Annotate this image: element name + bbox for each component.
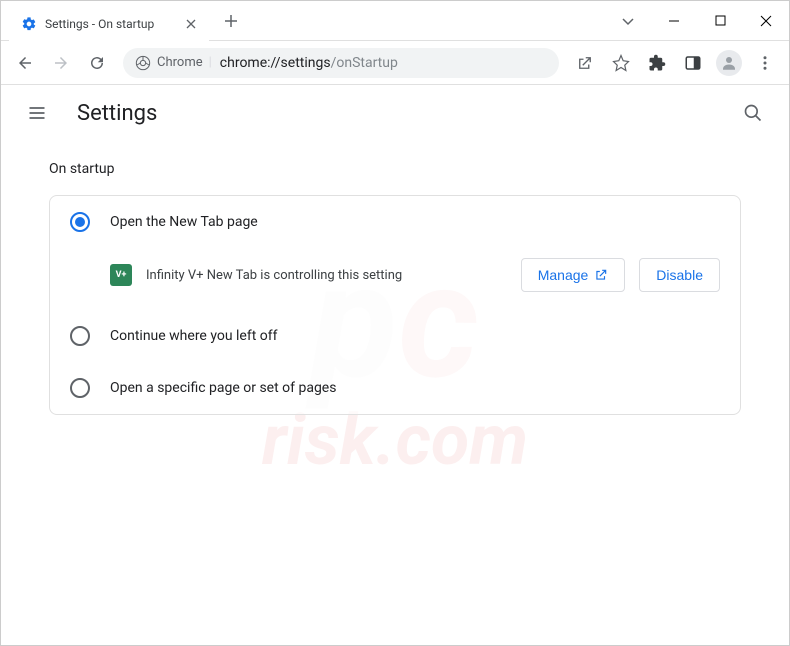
browser-tab[interactable]: Settings - On startup — [9, 7, 209, 41]
browser-toolbar: Chrome | chrome://settings/onStartup — [1, 41, 789, 85]
site-info-chip[interactable]: Chrome | — [135, 55, 212, 71]
hamburger-menu-icon[interactable] — [17, 93, 57, 133]
extension-controlling-row: V+ Infinity V+ New Tab is controlling th… — [50, 248, 740, 310]
option-continue[interactable]: Continue where you left off — [50, 310, 740, 362]
option-open-new-tab[interactable]: Open the New Tab page — [50, 196, 740, 248]
option-specific-pages[interactable]: Open a specific page or set of pages — [50, 362, 740, 414]
extensions-icon[interactable] — [641, 47, 673, 79]
minimize-button[interactable] — [651, 1, 697, 41]
startup-options-card: Open the New Tab page V+ Infinity V+ New… — [49, 195, 741, 415]
settings-header: Settings — [1, 85, 789, 141]
share-icon[interactable] — [569, 47, 601, 79]
settings-content: On startup Open the New Tab page V+ Infi… — [1, 141, 789, 435]
window-controls — [605, 1, 789, 41]
forward-button[interactable] — [45, 47, 77, 79]
settings-gear-icon — [21, 16, 37, 32]
titlebar: Settings - On startup — [1, 1, 789, 41]
page-title: Settings — [77, 101, 157, 126]
radio-selected-icon[interactable] — [70, 212, 90, 232]
radio-unselected-icon[interactable] — [70, 378, 90, 398]
close-window-button[interactable] — [743, 1, 789, 41]
controlling-text: Infinity V+ New Tab is controlling this … — [146, 268, 507, 283]
option-label: Open the New Tab page — [110, 214, 258, 230]
manage-label: Manage — [538, 267, 589, 283]
url-text: chrome://settings/onStartup — [220, 55, 398, 71]
bookmark-star-icon[interactable] — [605, 47, 637, 79]
disable-label: Disable — [656, 267, 703, 283]
close-tab-icon[interactable] — [183, 16, 199, 32]
manage-button[interactable]: Manage — [521, 258, 626, 292]
radio-unselected-icon[interactable] — [70, 326, 90, 346]
maximize-button[interactable] — [697, 1, 743, 41]
open-external-icon — [594, 268, 608, 282]
search-icon[interactable] — [733, 93, 773, 133]
disable-button[interactable]: Disable — [639, 258, 720, 292]
back-button[interactable] — [9, 47, 41, 79]
extension-badge-icon: V+ — [110, 264, 132, 286]
secure-label: Chrome — [157, 55, 203, 70]
new-tab-button[interactable] — [217, 7, 245, 35]
profile-avatar[interactable] — [713, 47, 745, 79]
kebab-menu-icon[interactable] — [749, 47, 781, 79]
option-label: Continue where you left off — [110, 328, 278, 344]
avatar-icon — [716, 50, 742, 76]
address-bar[interactable]: Chrome | chrome://settings/onStartup — [123, 48, 559, 78]
side-panel-icon[interactable] — [677, 47, 709, 79]
option-label: Open a specific page or set of pages — [110, 380, 336, 396]
tab-title: Settings - On startup — [45, 17, 175, 31]
chevron-down-icon[interactable] — [605, 1, 651, 41]
section-title: On startup — [49, 161, 741, 177]
reload-button[interactable] — [81, 47, 113, 79]
